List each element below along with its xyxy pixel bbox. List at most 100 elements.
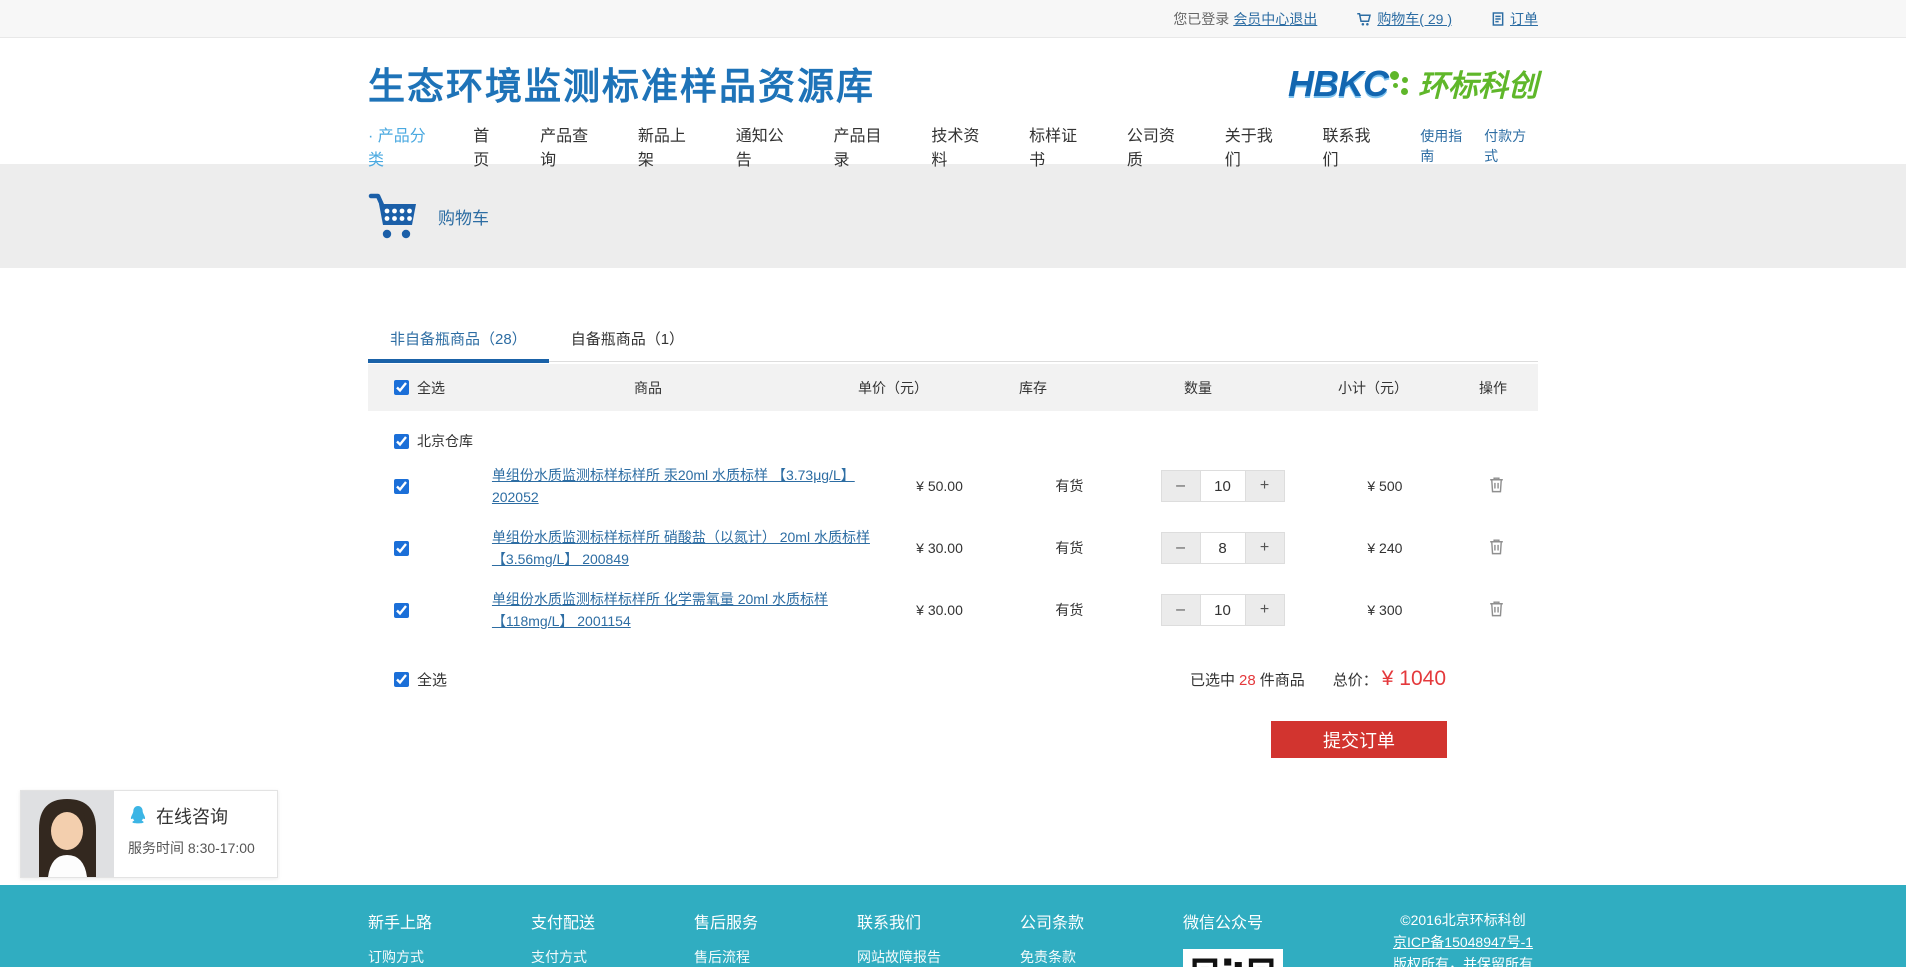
nav-item-certificates[interactable]: 标样证书: [1029, 122, 1091, 170]
delete-item-button[interactable]: [1487, 599, 1506, 621]
item-subtotal: ¥ 240: [1315, 540, 1454, 556]
submit-order-button[interactable]: 提交订单: [1271, 721, 1447, 758]
delete-item-button[interactable]: [1487, 475, 1506, 497]
column-quantity: 数量: [1098, 378, 1298, 398]
cart-icon: [1355, 10, 1373, 28]
chat-title[interactable]: 在线咨询: [156, 803, 228, 829]
brand-abbr: HBKC: [1288, 63, 1388, 105]
nav-user-guide-link[interactable]: 使用指南: [1420, 126, 1474, 166]
warehouse-row: 北京仓库: [368, 411, 1538, 455]
cart-main: 非自备瓶商品（28） 自备瓶商品（1） 全选 商品 单价（元） 库存 数量 小计…: [0, 268, 1906, 885]
quantity-decrease-button[interactable]: –: [1162, 471, 1200, 501]
footer-link[interactable]: 订购方式: [368, 947, 531, 967]
product-link[interactable]: 单组份水质监测标样标样所 汞20ml 水质标样 【3.73μg/L】 20205…: [492, 464, 870, 509]
selected-suffix: 件商品: [1260, 669, 1305, 690]
warehouse-checkbox[interactable]: [394, 434, 409, 449]
agent-photo: [21, 791, 114, 877]
footer-copyright-block: ©2016北京环标科创 京ICP备15048947号-1 版权所有，并保留所有权…: [1388, 909, 1538, 967]
selected-prefix: 已选中: [1190, 669, 1235, 690]
item-checkbox[interactable]: [394, 541, 409, 556]
cart-item-row: 单组份水质监测标样标样所 硝酸盐（以氮计） 20ml 水质标样 【3.56mg/…: [368, 517, 1538, 579]
cart-tabs: 非自备瓶商品（28） 自备瓶商品（1）: [368, 328, 1538, 362]
footer-link[interactable]: 支付方式: [531, 947, 694, 967]
quantity-increase-button[interactable]: +: [1246, 471, 1284, 501]
total-value: ¥ 1040: [1382, 667, 1446, 691]
shopping-cart-icon: [368, 191, 420, 241]
nav-item-new-products[interactable]: 新品上架: [638, 122, 700, 170]
quantity-stepper: – 10 +: [1161, 594, 1285, 626]
site-header: 生态环境监测标准样品资源库 HBKC 环标科创: [0, 38, 1906, 128]
trash-icon: [1487, 599, 1506, 618]
nav-item-product-catalog[interactable]: 产品目录: [834, 122, 896, 170]
page-title: 购物车: [438, 204, 489, 229]
icp-license-link[interactable]: 京ICP备15048947号-1: [1393, 934, 1533, 950]
online-chat-widget[interactable]: 在线咨询 服务时间 8:30-17:00: [20, 790, 278, 878]
tab-non-self-bottle[interactable]: 非自备瓶商品（28）: [368, 328, 549, 361]
quantity-increase-button[interactable]: +: [1246, 595, 1284, 625]
nav-item-product-search[interactable]: 产品查询: [540, 122, 602, 170]
site-title: 生态环境监测标准样品资源库: [368, 56, 875, 110]
quantity-value[interactable]: 10: [1200, 595, 1246, 625]
nav-product-category[interactable]: · 产品分类: [368, 122, 439, 170]
select-all-label: 全选: [417, 378, 445, 398]
orders-topbar-link[interactable]: 订单: [1490, 9, 1538, 29]
site-footer: 新手上路 订购方式 购物流程 支付配送 支付方式 配送方式 售后服务 售后流程 …: [0, 885, 1906, 967]
quantity-value[interactable]: 10: [1200, 471, 1246, 501]
copyright-text: ©2016北京环标科创: [1388, 909, 1538, 931]
delete-item-button[interactable]: [1487, 537, 1506, 559]
rights-text: 版权所有，并保留所有权利: [1388, 953, 1538, 967]
quantity-increase-button[interactable]: +: [1246, 533, 1284, 563]
logout-link[interactable]: 退出: [1289, 9, 1317, 29]
member-center-link[interactable]: 会员中心: [1233, 9, 1289, 29]
selected-count: 28: [1239, 672, 1256, 689]
quantity-stepper: – 8 +: [1161, 532, 1285, 564]
column-action: 操作: [1448, 378, 1538, 398]
qq-icon: [128, 805, 148, 827]
trash-icon: [1487, 475, 1506, 494]
wechat-qr-code: [1183, 949, 1283, 967]
nav-item-contact-us[interactable]: 联系我们: [1323, 122, 1385, 170]
footer-col-aftersale: 售后服务 售后流程 退换货原则: [694, 909, 857, 967]
page-title-band: 购物车: [0, 164, 1906, 268]
quantity-decrease-button[interactable]: –: [1162, 595, 1200, 625]
select-all-checkbox[interactable]: [394, 380, 409, 395]
cart-summary-row: 全选 已选中 28 件商品 总价： ¥ 1040: [368, 667, 1538, 691]
footer-link[interactable]: 网站故障报告: [857, 947, 1020, 967]
footer-col-title: 新手上路: [368, 909, 531, 933]
item-subtotal: ¥ 300: [1315, 602, 1454, 618]
cart-topbar-label[interactable]: 购物车( 29 ): [1377, 9, 1452, 29]
main-nav: · 产品分类 首页 产品查询 新品上架 通知公告 产品目录 技术资料 标样证书 …: [0, 128, 1906, 164]
nav-item-technical-docs[interactable]: 技术资料: [931, 122, 993, 170]
nav-item-announcements[interactable]: 通知公告: [736, 122, 798, 170]
nav-payment-method-link[interactable]: 付款方式: [1484, 126, 1538, 166]
tab-self-bottle[interactable]: 自备瓶商品（1）: [549, 328, 706, 361]
nav-item-qualifications[interactable]: 公司资质: [1127, 122, 1189, 170]
item-subtotal: ¥ 500: [1315, 478, 1454, 494]
footer-col-beginner: 新手上路 订购方式 购物流程: [368, 909, 531, 967]
footer-col-title: 支付配送: [531, 909, 694, 933]
quantity-decrease-button[interactable]: –: [1162, 533, 1200, 563]
item-unit-price: ¥ 30.00: [870, 602, 1009, 618]
item-stock-status: 有货: [1009, 600, 1130, 620]
footer-link[interactable]: 售后流程: [694, 947, 857, 967]
select-all-bottom-checkbox[interactable]: [394, 672, 409, 687]
nav-item-about-us[interactable]: 关于我们: [1225, 122, 1287, 170]
orders-icon: [1490, 11, 1506, 27]
item-stock-status: 有货: [1009, 538, 1130, 558]
select-all-bottom-label: 全选: [417, 669, 447, 690]
product-link[interactable]: 单组份水质监测标样标样所 硝酸盐（以氮计） 20ml 水质标样 【3.56mg/…: [492, 526, 870, 571]
total-label: 总价：: [1333, 669, 1378, 690]
nav-item-home[interactable]: 首页: [473, 122, 504, 170]
item-checkbox[interactable]: [394, 603, 409, 618]
quantity-value[interactable]: 8: [1200, 533, 1246, 563]
item-stock-status: 有货: [1009, 476, 1130, 496]
warehouse-label: 北京仓库: [417, 431, 473, 451]
topbar: 您已登录 会员中心退出 购物车( 29 ) 订单: [0, 0, 1906, 38]
cart-topbar-link[interactable]: 购物车( 29 ): [1355, 9, 1452, 29]
footer-col-contact: 联系我们 网站故障报告 投诉与建议: [857, 909, 1020, 967]
product-link[interactable]: 单组份水质监测标样标样所 化学需氧量 20ml 水质标样 【118mg/L】 2…: [492, 588, 870, 633]
item-checkbox[interactable]: [394, 479, 409, 494]
orders-topbar-label[interactable]: 订单: [1510, 9, 1538, 29]
login-status: 您已登录: [1173, 9, 1229, 29]
footer-link[interactable]: 免责条款: [1020, 947, 1183, 967]
